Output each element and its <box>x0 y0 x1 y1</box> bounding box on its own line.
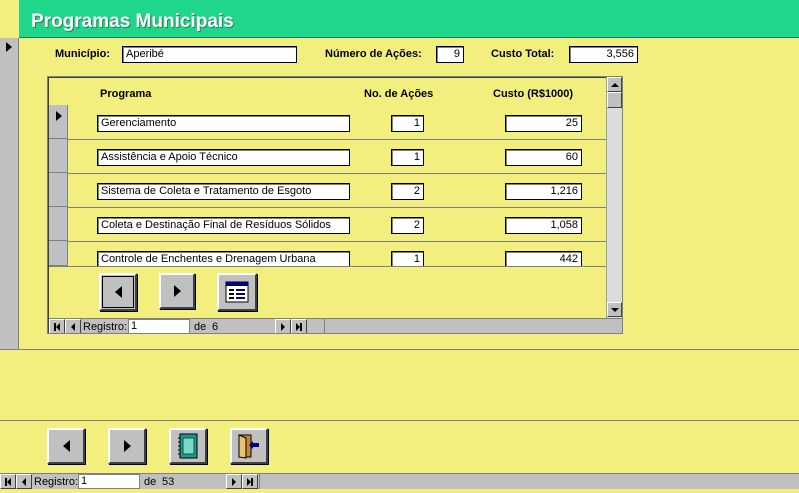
custo-field[interactable]: 25 <box>505 115 582 132</box>
acoes-field[interactable]: 2 <box>391 217 424 234</box>
row-divider <box>49 266 606 267</box>
record-total: 6 <box>212 321 219 333</box>
bar-icon <box>300 322 302 331</box>
record-total: 53 <box>162 476 175 488</box>
custo-field[interactable]: 1,058 <box>505 217 582 234</box>
programa-field[interactable]: Controle de Enchentes e Drenagem Urbana <box>97 251 350 266</box>
form-record-navigator: Registro: 1 de 53 <box>0 473 799 489</box>
first-record-button[interactable] <box>0 474 16 489</box>
custo-total-label: Custo Total: <box>491 48 555 60</box>
programa-field[interactable]: Coleta e Destinação Final de Resíduos Só… <box>97 217 350 234</box>
first-record-icon <box>56 322 60 331</box>
form-horizontal-scroll-area[interactable] <box>259 474 799 489</box>
previous-record-button[interactable] <box>65 319 81 333</box>
row-divider <box>68 173 606 174</box>
partial-row-clip: Controle de Enchentes e Drenagem Urbana … <box>68 241 606 266</box>
last-record-button[interactable] <box>291 319 307 333</box>
first-record-button[interactable] <box>49 319 65 333</box>
form-title: Programas Municipais <box>31 11 234 32</box>
programa-field[interactable]: Assistência e Apoio Técnico <box>97 149 350 166</box>
form-list-icon <box>225 281 249 303</box>
subform-vertical-scrollbar[interactable] <box>606 77 622 318</box>
custo-field[interactable]: 1,216 <box>505 183 582 200</box>
acoes-field[interactable]: 1 <box>391 149 424 166</box>
triangle-left-icon <box>114 286 122 298</box>
next-record-button[interactable] <box>275 319 291 333</box>
row-divider <box>68 139 606 140</box>
form-notebook-button[interactable] <box>169 428 207 464</box>
column-header-custo: Custo (R$1000) <box>493 88 574 100</box>
scroll-down-button[interactable] <box>607 302 622 317</box>
arrow-down-icon <box>610 307 619 312</box>
detail-footer-divider <box>0 349 799 350</box>
municipio-label: Município: <box>55 48 110 60</box>
row-selector[interactable] <box>49 139 68 173</box>
custo-field[interactable]: 442 <box>505 251 582 266</box>
triangle-left-icon <box>62 440 70 452</box>
programs-subform: Programa No. de Ações Custo (R$1000) Ger… <box>47 76 623 334</box>
acoes-field[interactable]: 2 <box>391 183 424 200</box>
column-header-programa: Programa <box>100 88 152 100</box>
form-prev-button[interactable] <box>47 428 85 464</box>
acoes-field[interactable]: 1 <box>391 251 424 266</box>
current-record-pointer-icon <box>6 42 12 52</box>
programa-field[interactable]: Sistema de Coleta e Tratamento de Esgoto <box>97 183 350 200</box>
previous-record-icon <box>22 477 26 486</box>
arrow-up-icon <box>610 82 619 87</box>
triangle-right-icon <box>173 285 181 297</box>
subform-horizontal-scroll-area[interactable] <box>324 319 607 333</box>
record-of-label: de <box>144 476 157 488</box>
custo-field[interactable]: 60 <box>505 149 582 166</box>
previous-record-icon <box>71 322 75 331</box>
municipio-field[interactable]: Aperibé <box>122 46 297 63</box>
row-selector[interactable] <box>49 207 68 241</box>
form-next-button[interactable] <box>108 428 146 464</box>
record-label: Registro: <box>34 476 79 488</box>
record-number-field[interactable]: 1 <box>78 474 140 489</box>
notebook-icon <box>178 433 198 459</box>
exit-door-icon <box>238 434 259 459</box>
record-of-label: de <box>194 321 207 333</box>
subform-record-navigator: Registro: 1 de 6 <box>49 318 622 333</box>
first-record-icon <box>7 477 11 486</box>
acoes-field[interactable]: 1 <box>391 115 424 132</box>
next-record-icon <box>281 322 285 331</box>
current-row-pointer-icon <box>56 111 62 121</box>
record-number-field[interactable]: 1 <box>128 319 190 333</box>
next-record-button[interactable] <box>226 474 242 489</box>
column-header-acoes: No. de Ações <box>364 88 434 100</box>
scroll-thumb[interactable] <box>607 92 622 108</box>
subform-prev-button[interactable] <box>99 273 137 311</box>
record-selector-bar[interactable] <box>0 38 19 349</box>
subform-next-button[interactable] <box>159 273 195 309</box>
num-acoes-field[interactable]: 9 <box>436 46 464 63</box>
record-label: Registro: <box>83 321 128 333</box>
num-acoes-label: Número de Ações: <box>325 48 422 60</box>
triangle-right-icon <box>123 440 131 452</box>
last-record-button[interactable] <box>242 474 258 489</box>
form-exit-button[interactable] <box>230 428 268 464</box>
row-selector[interactable] <box>49 241 68 266</box>
bar-icon <box>251 477 253 486</box>
programa-field[interactable]: Gerenciamento <box>97 115 350 132</box>
scroll-up-button[interactable] <box>607 77 622 92</box>
footer-divider <box>0 420 799 421</box>
row-selector[interactable] <box>49 173 68 207</box>
subform-detail-button[interactable] <box>217 273 257 311</box>
custo-total-field[interactable]: 3,556 <box>569 46 638 63</box>
previous-record-button[interactable] <box>16 474 32 489</box>
row-divider <box>68 207 606 208</box>
next-record-icon <box>232 477 236 486</box>
